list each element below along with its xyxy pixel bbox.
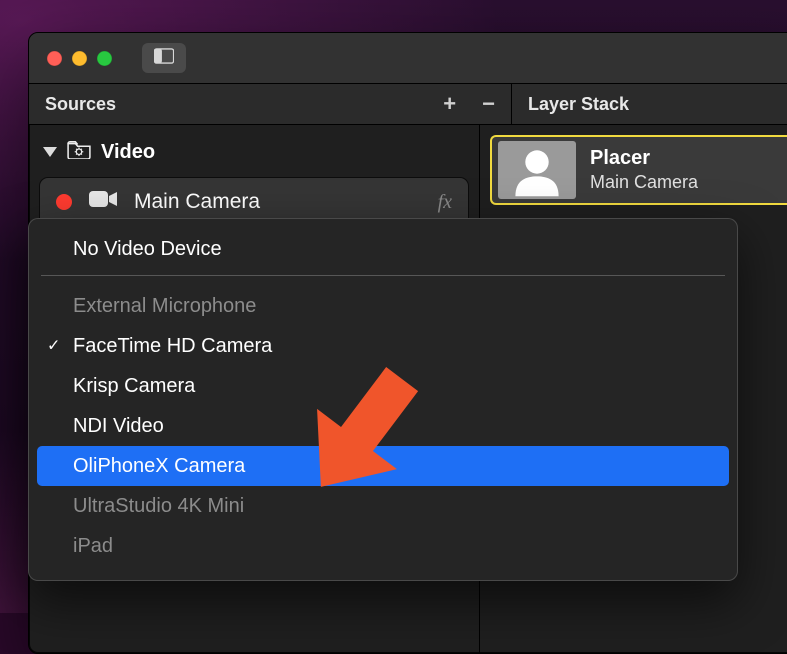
dropdown-option[interactable]: UltraStudio 4K Mini: [37, 486, 729, 526]
recording-indicator-icon: [56, 194, 72, 210]
minimize-window-button[interactable]: [72, 51, 87, 66]
dropdown-option[interactable]: External Microphone: [37, 286, 729, 326]
video-group-label: Video: [101, 141, 155, 164]
camera-icon: [88, 188, 118, 216]
dropdown-option[interactable]: ✓ FaceTime HD Camera: [37, 326, 729, 366]
dropdown-separator: [41, 275, 725, 276]
dropdown-option[interactable]: Krisp Camera: [37, 366, 729, 406]
layer-subtitle: Main Camera: [590, 172, 698, 193]
dropdown-option-label: OliPhoneX Camera: [73, 454, 245, 478]
dropdown-option-none[interactable]: No Video Device: [37, 229, 729, 269]
sources-header: Sources + −: [29, 84, 512, 124]
layer-card-placer[interactable]: Placer Main Camera: [490, 135, 787, 205]
layer-info: Placer Main Camera: [590, 147, 698, 193]
zoom-window-button[interactable]: [97, 51, 112, 66]
toggle-sidebar-button[interactable]: [142, 43, 186, 73]
dropdown-option-label: Krisp Camera: [73, 374, 195, 398]
layer-title: Placer: [590, 147, 698, 170]
dropdown-option[interactable]: iPad: [37, 526, 729, 566]
dropdown-option[interactable]: OliPhoneX Camera: [37, 446, 729, 486]
source-name-label: Main Camera: [134, 190, 260, 214]
sidebar-icon: [154, 48, 174, 69]
fx-button[interactable]: fx: [438, 191, 452, 214]
dropdown-option-label: NDI Video: [73, 414, 164, 438]
layerstack-header: Layer Stack: [512, 84, 787, 124]
remove-source-button[interactable]: −: [482, 93, 495, 115]
dropdown-option-label: External Microphone: [73, 294, 256, 318]
check-icon: ✓: [47, 336, 60, 355]
dropdown-option-label: FaceTime HD Camera: [73, 334, 272, 358]
dropdown-option-label: No Video Device: [73, 237, 222, 261]
close-window-button[interactable]: [47, 51, 62, 66]
folder-gear-icon: [67, 139, 91, 165]
dropdown-option-label: iPad: [73, 534, 113, 558]
layerstack-title: Layer Stack: [528, 94, 629, 115]
layer-thumbnail: [498, 141, 576, 199]
column-headers: Sources + − Layer Stack: [29, 84, 787, 125]
video-device-dropdown: No Video Device External Microphone ✓ Face…: [28, 218, 738, 581]
dropdown-option-label: UltraStudio 4K Mini: [73, 494, 244, 518]
window-titlebar[interactable]: [29, 33, 787, 84]
video-group-header[interactable]: Video: [29, 133, 479, 177]
add-source-button[interactable]: +: [443, 93, 456, 115]
dropdown-option[interactable]: NDI Video: [37, 406, 729, 446]
sources-title: Sources: [45, 94, 116, 115]
traffic-lights: [47, 51, 112, 66]
disclosure-triangle-icon: [43, 147, 57, 157]
